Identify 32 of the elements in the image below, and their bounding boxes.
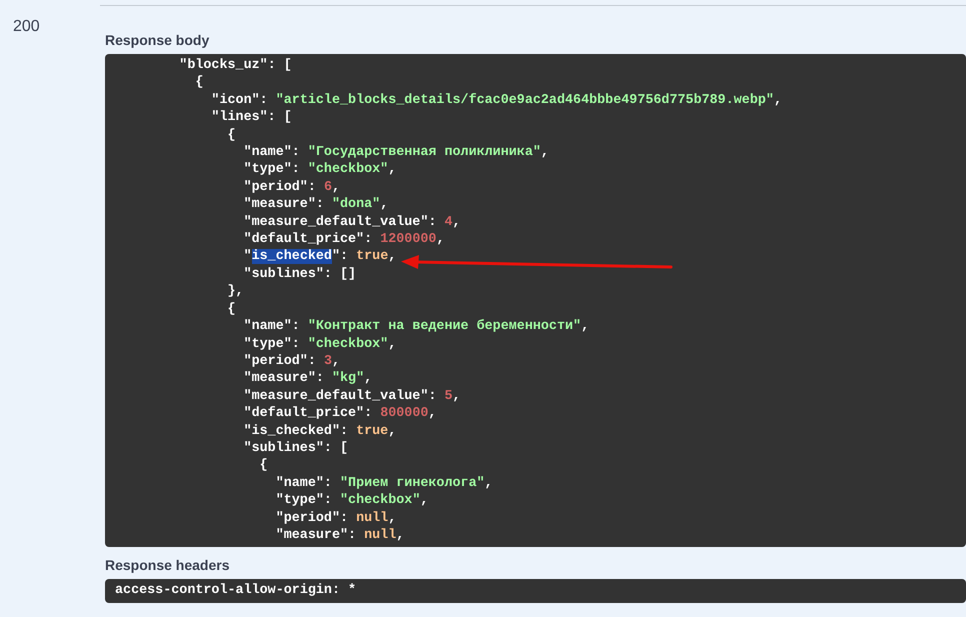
code-line: { [194, 74, 204, 92]
code-line: "type": "checkbox", [242, 336, 396, 353]
code-line: "blocks_uz": [ [178, 57, 292, 74]
code-line: { [226, 300, 236, 318]
code-line: "icon": "article_blocks_details/fcac0e9ac2ad464bbbe49756d775b789.webp", [210, 92, 782, 110]
code-line: "measure": null, [274, 526, 404, 544]
code-line: { [226, 126, 236, 144]
code-line: "name": "Государственная поликлиника", [242, 144, 549, 162]
code-line: "period": 6, [242, 178, 340, 196]
code-line: "type": "checkbox", [242, 161, 396, 179]
code-line: "period": null, [274, 510, 396, 527]
section-label: Response body [105, 32, 210, 48]
section-label: Response headers [105, 557, 230, 574]
code-line: "measure": "dona", [242, 196, 388, 214]
code-line: "measure_default_value": 4, [242, 214, 461, 232]
code-line: "type": "checkbox", [274, 492, 428, 510]
code-line: { [258, 457, 268, 475]
code-line: "sublines": [ [242, 440, 348, 458]
code-line: }, [226, 283, 244, 301]
code-line: "name": "Контракт на ведение беременности", [242, 318, 590, 336]
status-code: 200 [12, 17, 41, 37]
code-line: "period": 3, [242, 352, 340, 370]
code-line: "default_price": 800000, [242, 405, 436, 423]
code-line: access-control-allow-origin: * [115, 582, 356, 600]
code-line: "name": "Прием гинеколога", [274, 474, 493, 492]
code-line: "measure_default_value": 5, [242, 388, 461, 406]
code-line: "is_checked": true, [242, 422, 396, 440]
code-line: "default_price": 1200000, [242, 231, 444, 248]
code-line: "is_checked": true, [242, 248, 396, 266]
code-line: "sublines": [] [242, 266, 356, 284]
code-line: "measure": "kg", [242, 370, 372, 388]
code-line: "lines": [ [210, 109, 292, 127]
